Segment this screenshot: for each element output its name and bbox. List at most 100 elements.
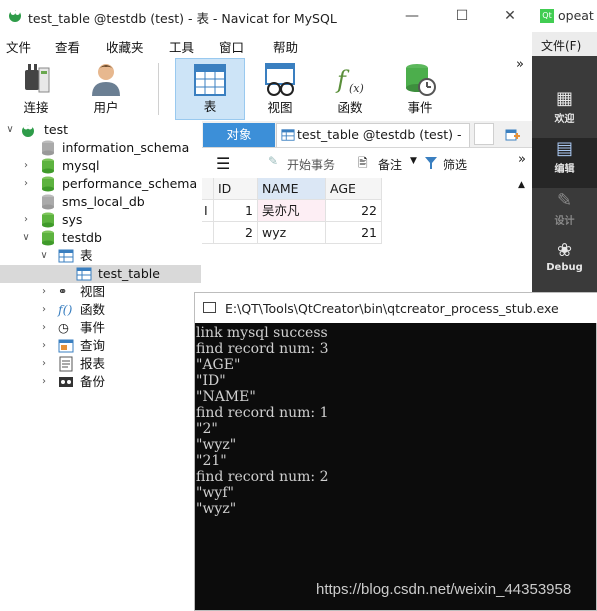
- menu-window[interactable]: 窗口: [219, 37, 244, 56]
- qt-window-title: opeat: [558, 8, 594, 23]
- tree-node-reports[interactable]: › 报表: [0, 355, 201, 373]
- scroll-up-icon[interactable]: ▲: [518, 180, 525, 190]
- tree-node-sms-local-db[interactable]: sms_local_db: [0, 193, 201, 211]
- event-button[interactable]: 事件: [385, 58, 455, 120]
- begin-transaction-button[interactable]: 开始事务: [287, 156, 335, 173]
- event-icon: [406, 64, 436, 96]
- tree-node-views[interactable]: › ⚭ 视图: [0, 283, 201, 301]
- table-button[interactable]: 表: [175, 58, 245, 120]
- tree-label: 视图: [80, 284, 106, 299]
- menu-file[interactable]: 文件: [6, 37, 31, 56]
- console-title-bar: E:\QT\Tools\QtCreator\bin\qtcreator_proc…: [195, 293, 597, 323]
- toolbar-more-button[interactable]: »: [518, 152, 526, 167]
- row-selector[interactable]: I: [202, 200, 214, 222]
- table-cell-id[interactable]: 2: [214, 222, 258, 244]
- row-selector[interactable]: [202, 222, 214, 244]
- chevron-right-icon[interactable]: ›: [20, 157, 32, 175]
- chevron-right-icon[interactable]: ›: [38, 283, 50, 301]
- connect-button[interactable]: 连接: [1, 58, 71, 120]
- tree-node-test[interactable]: ∨ test: [0, 121, 201, 139]
- qt-mode-debug[interactable]: ❀ Debug: [532, 240, 597, 290]
- tree-node-events[interactable]: › ◷ 事件: [0, 319, 201, 337]
- chevron-right-icon[interactable]: ›: [38, 301, 50, 319]
- menu-icon[interactable]: ☰: [216, 154, 230, 173]
- console-line: "wyz": [196, 437, 237, 453]
- chevron-right-icon[interactable]: ›: [38, 319, 50, 337]
- chevron-right-icon[interactable]: ›: [38, 355, 50, 373]
- qt-mode-label: 欢迎: [554, 114, 575, 125]
- watermark: https://blog.csdn.net/weixin_44353958: [316, 581, 572, 598]
- tree-node-testdb[interactable]: ∨ testdb: [0, 229, 201, 247]
- toolbar-more-button[interactable]: »: [516, 57, 524, 72]
- maximize-button[interactable]: ☐: [452, 6, 472, 26]
- menu-view[interactable]: 查看: [55, 37, 80, 56]
- function-button[interactable]: f (x) 函数: [315, 58, 385, 120]
- tree-node-information-schema[interactable]: information_schema: [0, 139, 201, 157]
- svg-text:(x): (x): [349, 82, 364, 95]
- user-label: 用户: [93, 100, 119, 115]
- remark-button[interactable]: 备注: [378, 156, 402, 173]
- table-cell-id[interactable]: 1: [214, 200, 258, 222]
- view-label: 视图: [267, 100, 293, 115]
- chevron-right-icon[interactable]: ›: [38, 373, 50, 391]
- expand-arrow-icon[interactable]: ∨: [38, 247, 50, 265]
- menu-favorites[interactable]: 收藏夹: [106, 37, 144, 56]
- add-table-icon[interactable]: [505, 127, 521, 143]
- title-bar: test_table @testdb (test) - 表 - Navicat …: [0, 0, 532, 32]
- new-tab-button[interactable]: [474, 123, 494, 145]
- chevron-down-icon[interactable]: ▼: [410, 156, 417, 166]
- tree-node-sys[interactable]: › sys: [0, 211, 201, 229]
- tree-node-test-table[interactable]: test_table: [0, 265, 201, 283]
- expand-arrow-icon[interactable]: ∨: [4, 121, 16, 139]
- column-header-age[interactable]: AGE: [326, 178, 382, 200]
- tree-label: 查询: [80, 338, 106, 353]
- table-cell-age[interactable]: 21: [326, 222, 382, 244]
- column-header-name[interactable]: NAME: [258, 178, 326, 200]
- close-button[interactable]: ✕: [500, 6, 520, 26]
- tab-objects[interactable]: 对象: [203, 123, 275, 147]
- chevron-right-icon[interactable]: ›: [38, 337, 50, 355]
- svg-text:f: f: [335, 66, 350, 94]
- qt-mode-design[interactable]: ✎ 设计: [532, 190, 597, 240]
- minimize-button[interactable]: —: [402, 6, 422, 26]
- vertical-scrollbar[interactable]: ▲: [516, 180, 530, 290]
- qt-menu-file[interactable]: 文件(F): [541, 37, 581, 54]
- table-cell-age[interactable]: 22: [326, 200, 382, 222]
- tree-label: test_table: [98, 266, 160, 281]
- chevron-right-icon[interactable]: ›: [20, 175, 32, 193]
- tree-label: sys: [62, 212, 83, 227]
- tree-label: 事件: [80, 320, 106, 335]
- qt-menu-bar: 文件(F): [532, 32, 597, 56]
- report-icon: [59, 356, 73, 372]
- connection-icon: [22, 124, 34, 137]
- table-cell-name[interactable]: wyz: [258, 222, 326, 244]
- table-icon: [58, 249, 74, 263]
- console-output[interactable]: link mysql success find record num: 3 "A…: [196, 324, 596, 611]
- tree-node-mysql[interactable]: › mysql: [0, 157, 201, 175]
- qt-mode-edit[interactable]: ▤ 编辑: [532, 138, 597, 188]
- tree-node-tables[interactable]: ∨ 表: [0, 247, 201, 265]
- chevron-right-icon[interactable]: ›: [20, 211, 32, 229]
- view-button[interactable]: 视图: [245, 58, 315, 120]
- table-label: 表: [203, 99, 217, 114]
- console-line: find record num: 3: [196, 341, 329, 357]
- menu-help[interactable]: 帮助: [273, 37, 298, 56]
- table-cell-name[interactable]: 吴亦凡: [258, 200, 326, 222]
- tree-node-queries[interactable]: › 查询: [0, 337, 201, 355]
- clock-icon: ◷: [58, 320, 69, 335]
- tree-node-functions[interactable]: › f() 函数: [0, 301, 201, 319]
- database-icon: [42, 212, 54, 228]
- menu-tools[interactable]: 工具: [169, 37, 194, 56]
- tab-test-table[interactable]: test_table @testdb (test) - 表: [276, 123, 470, 164]
- console-line: "wyz": [196, 501, 237, 517]
- tree-label: test: [44, 122, 69, 137]
- tree-node-backups[interactable]: › 备份: [0, 373, 201, 391]
- user-button[interactable]: 用户: [71, 58, 141, 120]
- qt-mode-welcome[interactable]: ▦ 欢迎: [532, 88, 597, 138]
- database-icon: [42, 230, 54, 246]
- column-header-id[interactable]: ID: [214, 178, 258, 200]
- expand-arrow-icon[interactable]: ∨: [20, 229, 32, 247]
- tree-node-performance-schema[interactable]: › performance_schema: [0, 175, 201, 193]
- console-title: E:\QT\Tools\QtCreator\bin\qtcreator_proc…: [225, 301, 559, 316]
- filter-button[interactable]: 筛选: [443, 156, 467, 173]
